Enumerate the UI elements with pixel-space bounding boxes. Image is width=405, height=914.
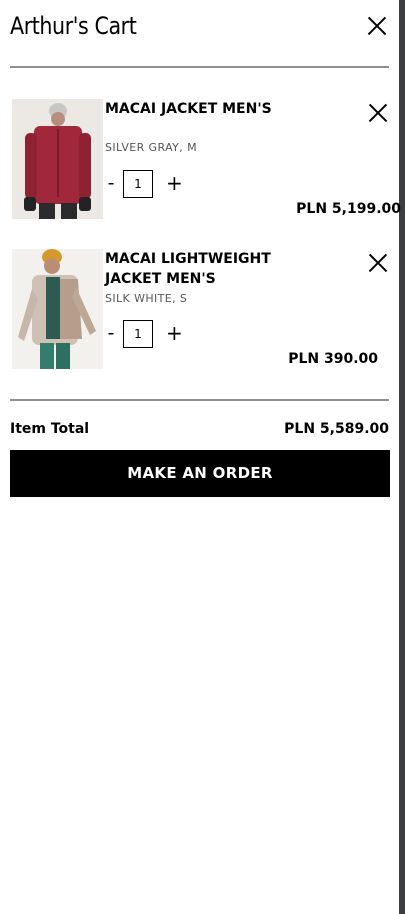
header-divider bbox=[10, 66, 389, 68]
decrease-qty-button[interactable]: - bbox=[105, 170, 117, 198]
remove-item-icon[interactable] bbox=[368, 253, 388, 273]
remove-item-icon[interactable] bbox=[368, 103, 388, 123]
quantity-stepper: - 1 + bbox=[105, 320, 215, 348]
make-order-button[interactable]: MAKE AN ORDER bbox=[10, 450, 390, 497]
quantity-stepper: - 1 + bbox=[105, 170, 215, 198]
summary-divider bbox=[10, 399, 389, 401]
scrollbar-track bbox=[399, 0, 405, 914]
product-image[interactable] bbox=[12, 99, 103, 219]
product-image[interactable] bbox=[12, 249, 103, 369]
close-cart-icon[interactable] bbox=[367, 16, 387, 36]
increase-qty-button[interactable]: + bbox=[166, 170, 183, 198]
product-name[interactable]: MACAI LIGHTWEIGHT JACKET MEN'S bbox=[105, 249, 295, 289]
item-total-label: Item Total bbox=[10, 421, 90, 437]
product-variant: SILK WHITE, S bbox=[105, 292, 188, 305]
decrease-qty-button[interactable]: - bbox=[105, 320, 117, 348]
cart-title: Arthur's Cart bbox=[10, 12, 137, 40]
product-variant: SILVER GRAY, M bbox=[105, 141, 197, 154]
product-price: PLN 5,199.00 bbox=[296, 201, 401, 217]
cart-item: MACAI JACKET MEN'S SILVER GRAY, M - 1 + … bbox=[10, 99, 401, 224]
product-price: PLN 390.00 bbox=[288, 351, 378, 367]
cart-header: Arthur's Cart bbox=[10, 10, 389, 50]
cart-item: MACAI LIGHTWEIGHT JACKET MEN'S SILK WHIT… bbox=[10, 249, 390, 374]
product-name[interactable]: MACAI JACKET MEN'S bbox=[105, 99, 295, 119]
quantity-input[interactable]: 1 bbox=[123, 170, 153, 198]
cart-panel: Arthur's Cart MACAI JACKET MEN'S SILVER … bbox=[0, 0, 401, 914]
item-total-value: PLN 5,589.00 bbox=[284, 421, 389, 437]
increase-qty-button[interactable]: + bbox=[166, 320, 183, 348]
quantity-input[interactable]: 1 bbox=[123, 320, 153, 348]
